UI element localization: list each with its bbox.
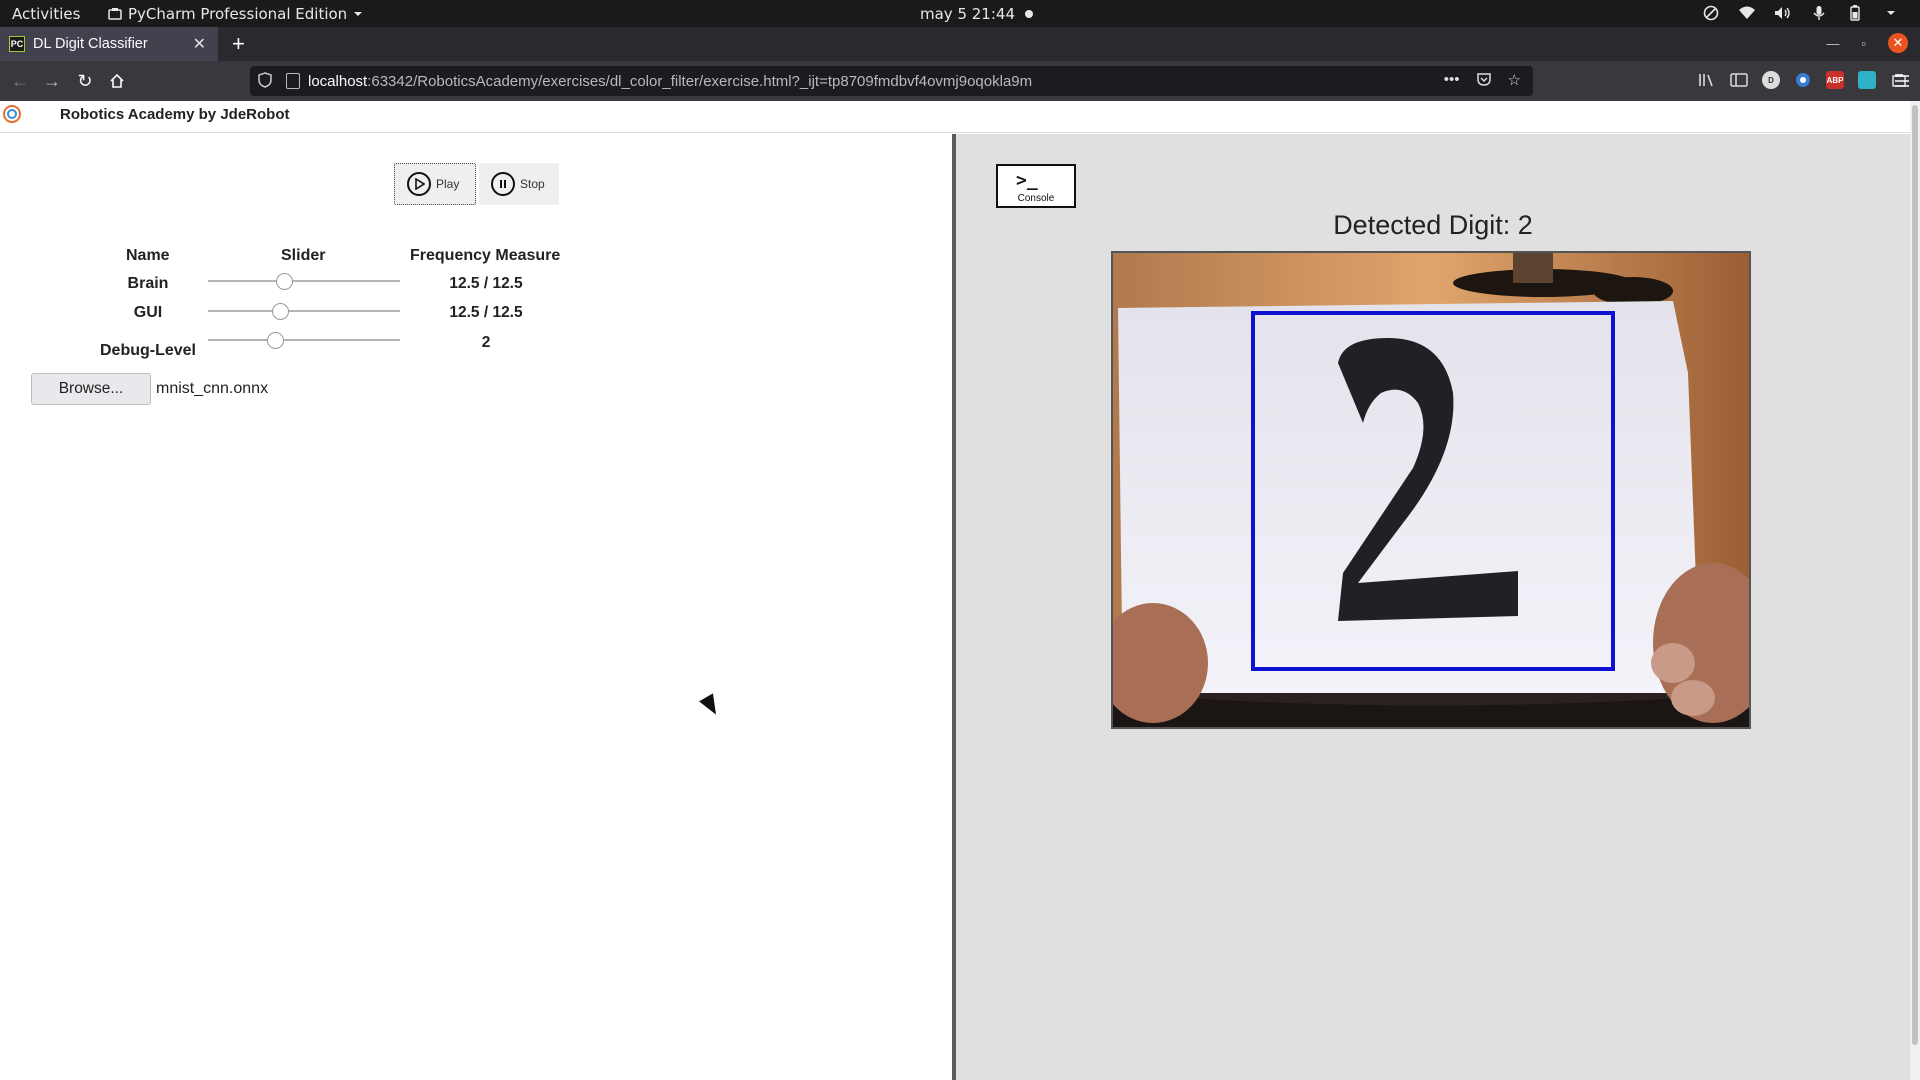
extension-icon[interactable] — [1794, 71, 1812, 89]
browser-tab-active[interactable]: PC DL Digit Classifier ✕ — [0, 27, 218, 61]
battery-icon[interactable] — [1846, 4, 1864, 22]
app-menu[interactable]: PyCharm Professional Edition — [108, 5, 363, 23]
system-tray[interactable] — [1702, 4, 1900, 22]
mouse-cursor-icon — [699, 693, 723, 719]
notification-dot-icon — [1025, 10, 1033, 18]
adblock-icon[interactable]: ABP — [1826, 71, 1844, 89]
url-text: localhost:63342/RoboticsAcademy/exercise… — [308, 73, 1032, 90]
forward-arrow-icon[interactable]: → — [40, 69, 64, 93]
detected-digit-text: Detected Digit: 2 — [1333, 210, 1533, 240]
clock[interactable]: may 5 21:44 — [920, 5, 1033, 23]
column-header-name: Name — [126, 247, 170, 264]
stop-label: Stop — [520, 177, 545, 191]
slider-track — [208, 280, 400, 282]
tracking-shield-icon[interactable] — [258, 71, 276, 91]
url-host: localhost — [308, 72, 368, 90]
column-header-frequency: Frequency Measure — [410, 247, 561, 264]
debug-level-slider[interactable] — [208, 331, 400, 349]
app-menu-label: PyCharm Professional Edition — [128, 5, 348, 23]
reload-icon[interactable]: ↻ — [73, 69, 97, 93]
console-label: Console — [1017, 193, 1055, 204]
restore-window-icon[interactable]: ▫ — [1861, 36, 1866, 51]
tab-title: DL Digit Classifier — [33, 36, 148, 52]
url-path: :63342/RoboticsAcademy/exercises/dl_colo… — [367, 72, 1033, 90]
camera-image — [1113, 253, 1749, 727]
clock-text: may 5 21:44 — [920, 5, 1015, 23]
console-button[interactable]: >_ Console — [996, 164, 1076, 208]
home-icon[interactable] — [105, 69, 129, 93]
browser-toolbar: ← → ↻ localhost:63342/RoboticsAcademy/ex… — [0, 61, 1920, 101]
slider-track — [208, 339, 400, 341]
url-actions: ••• ☆ — [1444, 71, 1521, 91]
scrollbar-thumb[interactable] — [1912, 105, 1918, 1045]
system-menu-chevron-icon[interactable] — [1882, 4, 1900, 22]
window-controls: — ▫ ✕ — [1826, 33, 1908, 53]
app-header: Robotics Academy by JdeRobot — [0, 101, 1910, 133]
close-window-icon[interactable]: ✕ — [1888, 33, 1908, 53]
do-not-disturb-icon[interactable] — [1702, 4, 1720, 22]
sidebar-icon[interactable] — [1730, 71, 1748, 89]
brain-frequency-slider[interactable] — [208, 272, 400, 290]
system-top-bar: Activities PyCharm Professional Edition … — [0, 0, 1920, 27]
new-tab-button[interactable]: + — [232, 31, 245, 57]
library-icon[interactable] — [1698, 71, 1716, 89]
page-scrollbar[interactable] — [1910, 101, 1920, 1080]
row-value-brain: 12.5 / 12.5 — [449, 275, 523, 292]
stop-button[interactable]: Stop — [479, 163, 559, 205]
control-panel: Play Stop Name Slider Frequency Measure … — [0, 134, 954, 1080]
slider-knob[interactable] — [267, 332, 284, 349]
volume-icon[interactable] — [1774, 4, 1792, 22]
play-icon — [407, 172, 431, 196]
page-actions-menu-icon[interactable]: ••• — [1444, 71, 1460, 91]
wifi-icon[interactable] — [1738, 4, 1756, 22]
account-icon[interactable]: D — [1762, 71, 1780, 89]
browse-button[interactable]: Browse... — [31, 373, 151, 405]
browser-tab-strip: PC DL Digit Classifier ✕ + — ▫ ✕ — [0, 27, 1920, 61]
tab-close-icon[interactable]: ✕ — [193, 34, 206, 54]
row-label-debug-level: Debug-Level — [99, 342, 196, 359]
minimize-window-icon[interactable]: — — [1826, 36, 1839, 51]
pocket-icon[interactable] — [1476, 71, 1492, 91]
bookmark-star-icon[interactable]: ☆ — [1508, 71, 1521, 91]
web-page: Robotics Academy by JdeRobot Play Stop N… — [0, 101, 1910, 1080]
extensions-bar: D ABP — [1698, 71, 1908, 89]
gui-frequency-slider[interactable] — [208, 302, 400, 320]
row-label-gui: GUI — [133, 304, 163, 321]
chevron-down-icon — [354, 12, 363, 16]
microphone-icon[interactable] — [1810, 4, 1828, 22]
back-arrow-icon[interactable]: ← — [8, 69, 32, 93]
row-value-debug-level: 2 — [481, 334, 491, 351]
pycharm-app-icon — [108, 8, 122, 20]
activities-button[interactable]: Activities — [12, 5, 80, 23]
camera-feed — [1111, 251, 1751, 729]
pause-icon — [491, 172, 515, 196]
play-button[interactable]: Play — [394, 163, 476, 205]
address-bar[interactable]: localhost:63342/RoboticsAcademy/exercise… — [250, 66, 1533, 96]
visualization-panel: >_ Console Detected Digit: 2 — [956, 134, 1910, 1080]
terminal-icon: >_ — [1016, 170, 1038, 191]
slider-track — [208, 310, 400, 312]
play-label: Play — [436, 177, 460, 191]
row-label-brain: Brain — [127, 275, 169, 292]
page-info-icon[interactable] — [286, 73, 300, 89]
hamburger-menu-icon[interactable] — [1890, 69, 1914, 93]
pycharm-favicon-icon: PC — [9, 36, 25, 52]
slider-knob[interactable] — [276, 273, 293, 290]
slider-knob[interactable] — [272, 303, 289, 320]
save-icon[interactable] — [1858, 71, 1876, 89]
row-value-gui: 12.5 / 12.5 — [449, 304, 523, 321]
jderobot-logo-icon — [3, 105, 21, 123]
app-title: Robotics Academy by JdeRobot — [60, 106, 290, 123]
column-header-slider: Slider — [281, 247, 326, 264]
selected-filename: mnist_cnn.onnx — [156, 380, 269, 397]
